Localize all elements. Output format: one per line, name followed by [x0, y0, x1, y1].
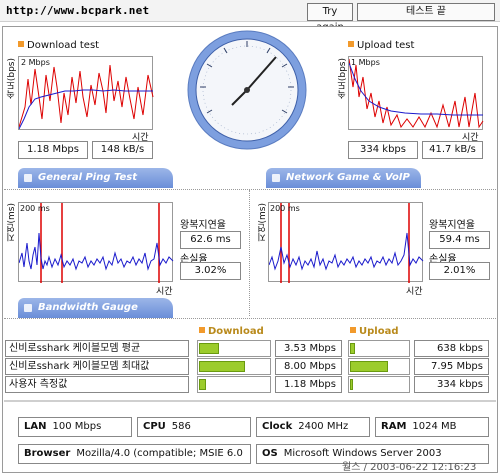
orange-marker-icon — [350, 327, 356, 333]
tab-general-ping-test[interactable]: General Ping Test — [18, 168, 173, 188]
download-value: 3.53 Mbps — [275, 340, 342, 357]
ping-left-chart — [18, 202, 174, 283]
system-lan: LAN 100 Mbps — [18, 417, 132, 437]
ping-left-rtt-value: 62.6 ms — [180, 231, 241, 249]
download-chart — [18, 56, 154, 130]
download-y-axis-label: 속도(bps) — [7, 58, 17, 100]
download-scale-label: 2 Mbps — [21, 58, 50, 67]
try-again-button[interactable]: Try again — [307, 3, 353, 33]
upload-bar-fill — [350, 379, 353, 390]
upload-kbs-value: 41.7 kB/s — [422, 141, 483, 159]
speed-gauge — [186, 29, 308, 151]
upload-title: Upload test — [348, 40, 414, 51]
test-end-button[interactable]: 테스트 끝 — [357, 3, 495, 21]
upload-value: 7.95 Mbps — [414, 358, 489, 375]
download-bar-fill — [199, 379, 206, 390]
bandwidth-row-label: 신비로sshark 케이블모뎀 평균 — [5, 340, 189, 357]
download-value: 1.18 Mbps — [275, 376, 342, 393]
tab-bullet-icon — [24, 304, 32, 312]
download-value: 8.00 Mbps — [275, 358, 342, 375]
download-bar-cell — [197, 340, 271, 357]
orange-marker-icon — [18, 41, 24, 47]
download-bar-cell — [197, 376, 271, 393]
upload-kbps-value: 334 kbps — [348, 141, 418, 159]
bandwidth-download-header: Download — [199, 326, 264, 337]
upload-red-series — [348, 58, 484, 129]
download-mbps-value: 1.18 Mbps — [18, 141, 88, 159]
section-divider — [4, 189, 496, 190]
tab-bandwidth-gauge[interactable]: Bandwidth Gauge — [18, 298, 173, 318]
download-graph — [18, 64, 154, 130]
ping-left-rtt-label: 왕복지연율 — [180, 220, 226, 231]
bandwidth-upload-header: Upload — [350, 326, 398, 337]
column-divider — [249, 190, 250, 316]
bandwidth-row-label: 사용자 측정값 — [5, 376, 189, 393]
upload-bar-cell — [348, 358, 410, 375]
ping-right-rtt-label: 왕복지연율 — [429, 220, 475, 231]
tab-bullet-icon — [24, 174, 32, 182]
download-bar-fill — [199, 361, 245, 372]
ping-right-graph — [268, 203, 424, 283]
system-cpu: CPU 586 — [137, 417, 251, 437]
upload-value: 334 kbps — [414, 376, 489, 393]
ping-right-scale-label: 200 ms — [270, 204, 300, 213]
upload-value: 638 kbps — [414, 340, 489, 357]
orange-marker-icon — [348, 41, 354, 47]
system-divider — [4, 400, 496, 402]
ping-right-loss-value: 2.01% — [429, 262, 490, 280]
ping-left-loss-value: 3.02% — [180, 262, 241, 280]
upload-chart — [348, 56, 484, 130]
upload-bar-cell — [348, 376, 410, 393]
tab-network-game-voip-test[interactable]: Network Game & VoIP Test — [266, 168, 421, 203]
system-ram: RAM 1024 MB — [375, 417, 489, 437]
system-clock: Clock 2400 MHz — [256, 417, 370, 437]
upload-bar-fill — [350, 361, 388, 372]
download-bar-cell — [197, 358, 271, 375]
upload-scale-label: 1 Mbps — [351, 58, 380, 67]
bandwidth-divider — [4, 318, 496, 319]
ping-left-graph — [18, 203, 174, 283]
ping-left-x-axis-label: 시간 — [156, 287, 173, 297]
ping-left-scale-label: 200 ms — [20, 204, 50, 213]
upload-bar-fill — [350, 343, 355, 354]
download-red-series — [18, 64, 154, 128]
orange-marker-icon — [199, 327, 205, 333]
tab-bullet-icon — [272, 174, 280, 182]
timestamp-watermark: 월스 / 2003-06-22 12:16:23 — [342, 462, 477, 473]
bandwidth-row-label: 신비로sshark 케이블모뎀 최대값 — [5, 358, 189, 375]
ping-right-rtt-value: 59.4 ms — [429, 231, 490, 249]
site-url: http://www.bcpark.net — [6, 4, 150, 17]
ping-left-series — [18, 232, 174, 271]
upload-graph — [348, 58, 484, 129]
system-browser: Browser Mozilla/4.0 (compatible; MSIE 6.0 — [18, 444, 251, 464]
download-bar-fill — [199, 343, 219, 354]
ping-right-x-axis-label: 시간 — [406, 287, 423, 297]
download-title: Download test — [18, 40, 99, 51]
ping-right-chart — [268, 202, 424, 283]
ping-left-y-axis-label: 지연(ms) — [7, 203, 17, 242]
ping-right-series — [268, 232, 424, 271]
upload-bar-cell — [348, 340, 410, 357]
download-kbs-value: 148 kB/s — [92, 141, 153, 159]
